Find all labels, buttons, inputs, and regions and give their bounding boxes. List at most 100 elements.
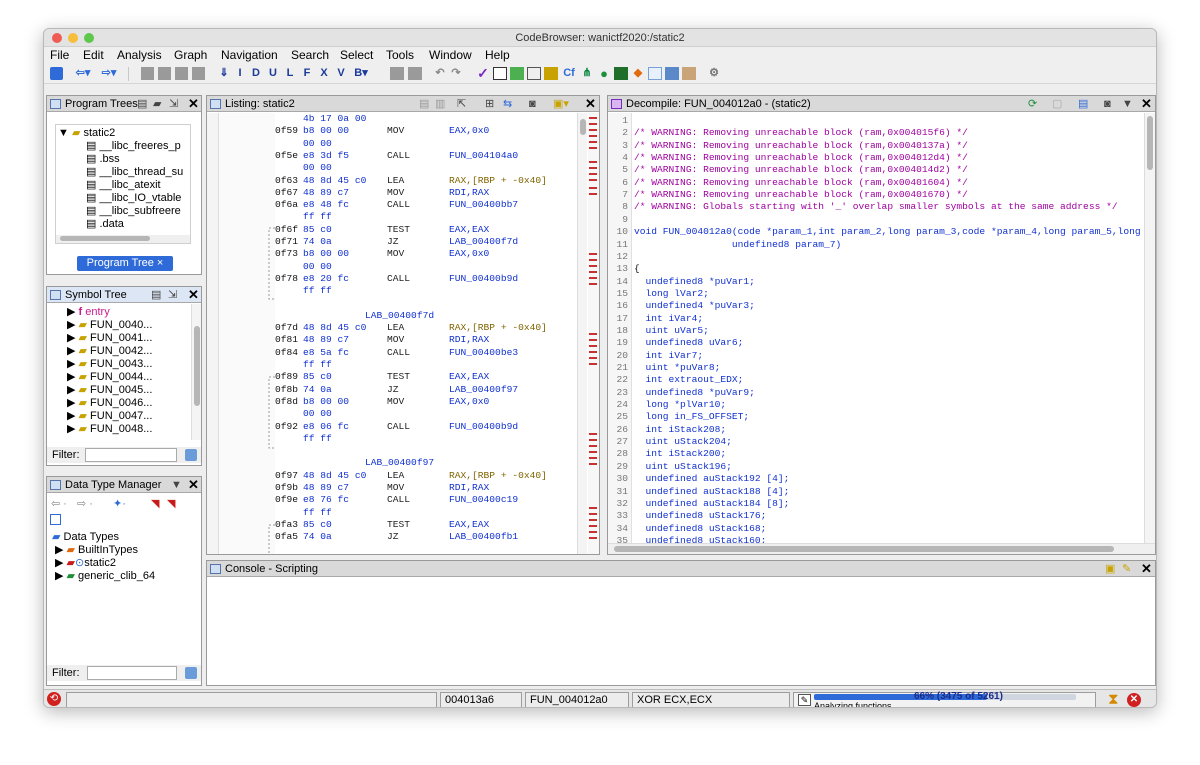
list-item[interactable]: ▶ ▰ generic_clib_64 [55,570,155,583]
paste-icon[interactable]: ▥ [435,97,445,111]
listing-row[interactable]: 4b 17 0a 00 [275,113,449,125]
listing-row[interactable] [275,445,449,457]
code-line[interactable]: 29 uint uStack196; [608,461,731,473]
copy-icon[interactable]: ▤ [419,97,429,111]
cursor-icon[interactable]: ⇱ [457,97,466,111]
nav-data-icon[interactable] [141,67,154,80]
decompiler-icon[interactable]: Cf [562,67,576,80]
diamond-icon[interactable]: ◆ [631,67,645,80]
list-item[interactable]: ▤ .bss [86,153,120,166]
image-icon[interactable] [665,67,679,80]
listing-row[interactable]: 0f73 b8 00 00 MOV EAX,0x0 [275,248,489,260]
menu-analysis[interactable]: Analysis [117,47,162,64]
call-tree-icon[interactable]: ⋔ [580,67,594,80]
list-item[interactable]: ▤ __libc_freeres_p [86,140,181,153]
code-line[interactable]: 1 [608,115,634,127]
listing-row[interactable]: 0f8b 74 0a JZ LAB_00400f97 [275,384,518,396]
clear-icon[interactable]: ✎ [1122,562,1131,576]
listing-row[interactable]: 00 00 [275,261,449,273]
code-line[interactable]: 31 undefined auStack188 [4]; [608,486,789,498]
listing-label-row[interactable]: LAB_00400f7d [275,310,434,322]
listing-row[interactable]: 0f71 74 0a JZ LAB_00400f7d [275,236,518,248]
zoom-window-button[interactable] [84,33,94,43]
save-icon[interactable] [50,67,63,80]
listing-row[interactable]: 0f89 85 c0 TEST EAX,EAX [275,371,489,383]
tool-icon-1[interactable] [390,67,404,80]
panel-tool-icon-2[interactable]: ⇲ [168,288,177,302]
listing-row[interactable]: 0f97 48 8d 45 c0 LEA RAX,[RBP + -0x40] [275,470,547,482]
run-script-icon[interactable]: ● [597,67,611,80]
list-item[interactable]: ▶ ▰ FUN_0040... [67,319,152,332]
code-line[interactable]: 13 { [608,263,639,275]
export-icon[interactable]: ▤ [1078,97,1088,111]
list-item[interactable]: ▶ ▰ FUN_0048... [67,423,152,436]
dtm-filter-input[interactable] [87,666,177,680]
listing-row[interactable]: 0f5e e8 3d f5 CALL FUN_004104a0 [275,150,518,162]
listing-row[interactable]: ff ff [275,211,449,223]
gear-icon[interactable]: ⚙ [707,67,721,80]
folder-icon[interactable]: ▰ [153,97,161,111]
code-line[interactable]: 2 /* WARNING: Removing unreachable block … [608,127,968,139]
nav-label-l-icon[interactable]: L [284,67,296,80]
filter-off-icon[interactable]: ◥ [151,497,159,511]
dropdown-icon[interactable]: ▼ [171,478,182,492]
list-item[interactable]: ▶ ▰ FUN_0046... [67,397,152,410]
nav-data-d-icon[interactable]: D [250,67,262,80]
code-line[interactable]: 28 int iStack200; [608,448,726,460]
code-line[interactable]: 3 /* WARNING: Removing unreachable block … [608,140,968,152]
listing-code-area[interactable]: 4b 17 0a 00 0f59 b8 00 00 MOV EAX,0x0 00 00 0f… [275,113,575,554]
listing-row[interactable]: 0f8d b8 00 00 MOV EAX,0x0 [275,396,489,408]
code-line[interactable]: 7 /* WARNING: Removing unreachable block … [608,189,968,201]
list-item[interactable]: ▤ __libc_thread_su [86,166,183,179]
vertical-scrollbar[interactable] [577,113,587,554]
listing-row[interactable]: 0f6a e8 48 fc CALL FUN_00400bb7 [275,199,518,211]
code-line[interactable]: 22 int extraout_EDX; [608,374,743,386]
nav-external-icon[interactable]: X [318,67,330,80]
listing-row[interactable]: 0fa3 85 c0 TEST EAX,EAX [275,519,489,531]
symbol-filter-input[interactable] [85,448,177,462]
code-line[interactable]: 23 undefined8 *puVar9; [608,387,754,399]
listing-row[interactable]: ff ff [275,433,449,445]
code-line[interactable]: 19 undefined8 uVar6; [608,337,743,349]
memory-icon[interactable] [510,67,524,80]
code-line[interactable]: 16 undefined4 *puVar3; [608,300,754,312]
listing-row[interactable]: 00 00 [275,408,449,420]
bytes-icon[interactable] [493,67,507,80]
tool-icon-2[interactable] [408,67,422,80]
listing-row[interactable]: 0f6f 85 c0 TEST EAX,EAX [275,224,489,236]
listing-row[interactable]: 0f81 48 89 c7 MOV RDI,RAX [275,334,489,346]
filter-off-icon-2[interactable]: ◥ [167,497,175,511]
vertical-scrollbar[interactable] [191,304,201,440]
function-graph-icon[interactable] [544,67,558,80]
list-item[interactable]: ▤ __libc_subfreere [86,205,181,218]
forward-icon[interactable]: ⇨ · [77,497,93,511]
code-line[interactable]: 26 int iStack208; [608,424,726,436]
tree-root[interactable]: ▼ ▰ static2 [58,127,115,140]
panel-tool-icon-1[interactable]: ▤ [137,97,147,111]
options-icon[interactable]: ▣▾ [553,97,569,111]
snapshot-icon[interactable]: ◙ [529,97,536,111]
listing-row[interactable]: 0f84 e8 5a fc CALL FUN_00400be3 [275,347,518,359]
code-line[interactable]: 14 undefined8 *puVar1; [608,276,754,288]
list-item[interactable]: ▶ ▰ FUN_0044... [67,371,152,384]
list-item[interactable]: ▤ .data [86,218,124,231]
horizontal-scrollbar[interactable] [56,235,190,243]
close-icon[interactable]: ✕ [188,287,199,303]
list-item[interactable]: ▶ ▰ FUN_0041... [67,332,152,345]
code-line[interactable]: 4 /* WARNING: Removing unreachable block … [608,152,968,164]
forward-icon[interactable]: ⇨▾ [100,67,118,80]
panel-tool-icon-3[interactable]: ⇲ [169,97,178,111]
copy-icon[interactable]: ▢ [1052,97,1062,111]
menu-file[interactable]: File [50,47,69,64]
close-icon[interactable]: ✕ [188,477,199,493]
code-line[interactable]: 17 int iVar4; [608,313,703,325]
code-line[interactable]: 32 undefined auStack184 [8]; [608,498,789,510]
menu-tools[interactable]: Tools [386,47,414,64]
listing-row[interactable]: ff ff [275,507,449,519]
list-item[interactable]: ▶ ▰ FUN_0047... [67,410,152,423]
menu-window[interactable]: Window [429,47,472,64]
collapse-icon[interactable] [50,514,61,525]
undo-icon[interactable]: ↶ [434,67,446,80]
close-window-button[interactable] [52,33,62,43]
check-icon[interactable]: ✓ [476,66,490,80]
